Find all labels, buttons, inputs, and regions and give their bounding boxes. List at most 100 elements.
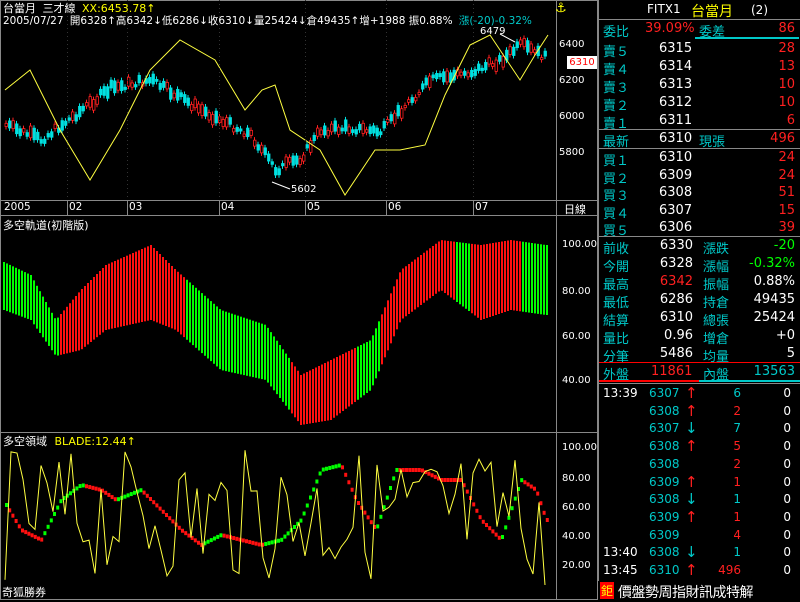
tick-dir-icon: ↓ (685, 490, 698, 509)
stat-value-2: 49435 (753, 292, 795, 307)
tick-qty: 7 (733, 421, 741, 436)
ask-price: 6313 (659, 77, 693, 92)
tick-qty: 6 (733, 386, 741, 400)
blade-label: BLADE:12.44↑ (54, 435, 136, 448)
x-label: 05 (307, 201, 321, 213)
domain-y-tick: 60.00 (562, 502, 591, 513)
price-tag: 6310 (567, 56, 597, 69)
quote-title: FITX1 台當月 (2) (599, 1, 800, 20)
quote-code: FITX1 (647, 2, 681, 16)
tick-dir-icon: ↑ (685, 472, 698, 491)
tick-price: 6309 (649, 474, 680, 489)
stat-value: 6310 (659, 310, 693, 325)
tick-change: 0 (783, 474, 791, 489)
domain-panel-title: 多空領域 (3, 435, 47, 448)
stat-row: 最低 6286 持倉 49435 (599, 290, 800, 311)
x-label: 02 (69, 201, 83, 213)
tick-price: 6307 (649, 386, 680, 400)
bid-qty: 24 (778, 150, 795, 165)
tick-row: 13:39 6307 ↑ 6 0 (599, 384, 800, 402)
tick-row: 13:45 6310 ↑ 496 0 (599, 561, 800, 579)
track-y-tick: 60.00 (562, 331, 591, 342)
tick-qty: 1 (733, 474, 741, 489)
x-label: 06 (388, 201, 402, 213)
tick-time: 13:39 (603, 386, 638, 400)
tick-price: 6308 (649, 492, 680, 507)
tick-row: 6308 2 0 (599, 455, 800, 473)
tick-row: 13:40 6308 ↓ 1 0 (599, 543, 800, 561)
stat-value: 5486 (659, 346, 693, 361)
ask-qty: 6 (786, 113, 795, 128)
chart-area[interactable] (0, 0, 598, 600)
outer-bar (599, 380, 699, 382)
tick-qty: 1 (733, 492, 741, 507)
price-candlesticks (4, 33, 549, 196)
ask-row: 賣５ 6315 28 (599, 39, 800, 60)
ask-row: 賣２ 6312 10 (599, 93, 800, 114)
tick-dir-icon: ↑ (685, 437, 698, 456)
bid-price: 6308 (659, 185, 693, 201)
price-y-tick: 6200 (559, 75, 585, 86)
ask-price: 6312 (659, 95, 693, 110)
ask-qty: 10 (778, 77, 795, 92)
stat-row: 量比 0.96 增倉 +0 (599, 326, 800, 347)
tick-price: 6310 (649, 563, 680, 577)
tick-price: 6308 (649, 439, 680, 454)
tick-price: 6308 (649, 403, 680, 418)
latest-row: 最新 6310 現張 496 (599, 129, 800, 150)
domain-y-tick: 20.00 (562, 560, 591, 571)
domain-y-tick: 40.00 (562, 531, 591, 542)
domain-series (4, 450, 549, 586)
ratio-row: 委比 39.09% 委差 86 (599, 19, 800, 40)
stat-value: 6330 (659, 238, 693, 253)
track-y-tick: 40.00 (562, 375, 591, 386)
tick-time: 13:40 (603, 545, 638, 560)
x-label: 04 (221, 201, 235, 213)
domain-footer: 奇狐勝券 (2, 586, 46, 599)
ask-row: 賣３ 6313 10 (599, 75, 800, 96)
price-y-tick: 5800 (559, 147, 585, 158)
outer-value: 11861 (651, 364, 693, 379)
bid-price: 6307 (659, 202, 693, 218)
tick-qty: 2 (733, 456, 741, 471)
stat-row: 今開 6328 漲幅 -0.32% (599, 254, 800, 275)
quote-name: 台當月 (691, 4, 733, 20)
inner-value: 13563 (753, 364, 795, 379)
tick-qty: 1 (733, 509, 741, 524)
stat-value-2: -0.32% (749, 256, 795, 271)
ask-qty: 13 (778, 59, 795, 74)
tick-change: 0 (783, 509, 791, 524)
stat-value-2: 25424 (753, 310, 795, 325)
tick-dir-icon: ↑ (685, 507, 698, 526)
tick-change: 0 (783, 527, 791, 542)
domain-y-tick: 100.00 (562, 442, 597, 453)
x-grid (67, 0, 474, 215)
bid-qty: 39 (778, 220, 795, 236)
anchor-icon[interactable]: ⚓ (555, 1, 567, 16)
x-label: 07 (475, 201, 489, 213)
ask-qty: 10 (778, 95, 795, 110)
domain-y-tick: 80.00 (562, 473, 591, 484)
tick-row: 6307 ↓ 7 0 (599, 419, 800, 437)
ticker-text[interactable]: 價盤勢周指財訊成特解 (618, 582, 754, 602)
tick-dir-icon: ↑ (685, 401, 698, 420)
tick-change: 0 (783, 492, 791, 507)
tick-row: 6309 ↑ 1 0 (599, 473, 800, 491)
ask-row: 賣１ 6311 6 (599, 111, 800, 132)
ask-price: 6315 (659, 41, 693, 56)
diff-value: 86 (778, 21, 795, 36)
stat-value: 0.96 (664, 328, 693, 343)
period-label[interactable]: 日線 (564, 201, 586, 217)
quote-tab[interactable]: (2) (751, 3, 768, 17)
price-stats-line: 2005/07/27 開6328↑高6342↓低6286↓收6310↓量2542… (3, 13, 532, 28)
stat-value: 6342 (659, 274, 693, 289)
tick-row: 6308 ↓ 1 0 (599, 490, 800, 508)
tick-price: 6308 (649, 456, 680, 471)
tick-row: 6309 4 0 (599, 526, 800, 544)
tick-row: 6309 ↑ 1 0 (599, 508, 800, 526)
price-date: 2005/07/27 (3, 15, 64, 27)
latest-price: 6310 (659, 131, 693, 146)
tick-row: 6308 ↑ 5 0 (599, 437, 800, 455)
tick-change: 0 (783, 439, 791, 454)
ticker-bar: 鉅 價盤勢周指財訊成特解 (598, 581, 800, 602)
